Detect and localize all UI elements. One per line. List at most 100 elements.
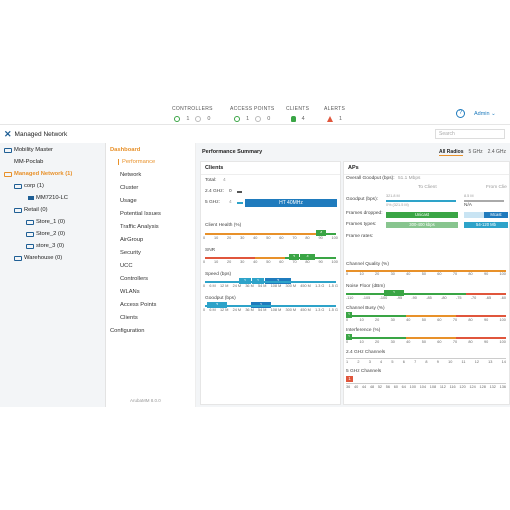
tick: 100	[499, 340, 506, 344]
nav-wlans[interactable]: WLANs	[120, 289, 140, 295]
overall-goodput-label: Overall Goodput (bps):	[346, 176, 395, 181]
tick: 90	[318, 260, 323, 264]
frames-types-label: Frames types:	[346, 222, 377, 227]
tick: 3	[368, 360, 371, 364]
tick: 52	[377, 385, 383, 389]
access-points-stat[interactable]: ACCESS POINTS 1 0	[230, 106, 274, 122]
user-menu[interactable]: Admin ⌄	[474, 111, 496, 117]
tick: -60	[500, 296, 506, 300]
tick: 50	[266, 260, 271, 264]
alert-icon	[327, 116, 334, 122]
tab-5ghz[interactable]: 5 GHz	[468, 149, 482, 156]
frames-dropped-label: Frames dropped:	[346, 211, 383, 216]
nav-security[interactable]: Security	[120, 250, 141, 256]
health-range	[205, 233, 316, 235]
tick: 90	[318, 236, 323, 240]
search-input[interactable]: Search	[435, 129, 505, 139]
nav-dashboard[interactable]: Dashboard	[110, 147, 140, 153]
frame-type-bar-2[interactable]: 54-120 Mb	[464, 222, 508, 228]
tree-node-mm-poclab[interactable]: MM-Poclab	[14, 159, 43, 165]
tick: 20	[375, 318, 380, 322]
frame-rates-label: Frame rates:	[346, 234, 374, 239]
tree-node-store-1[interactable]: Store_1 (0)	[26, 219, 65, 225]
tree-node-managed-network[interactable]: Managed Network (1)	[4, 171, 72, 177]
warning-icon	[255, 116, 262, 122]
nav-performance[interactable]: Performance	[118, 159, 155, 165]
speed-range	[205, 281, 336, 283]
tick: 20	[227, 236, 232, 240]
nav-airgroup[interactable]: AirGroup	[120, 237, 143, 243]
tree-node-label: MM-Poclab	[14, 159, 44, 165]
nav-network[interactable]: Network	[120, 172, 141, 178]
tree-node-retail[interactable]: Retail (0)	[14, 207, 48, 213]
page-title: ✕ Managed Network	[4, 130, 67, 139]
help-icon[interactable]: ?	[456, 109, 465, 118]
nav-controllers[interactable]: Controllers	[120, 276, 148, 282]
tick: -85	[426, 296, 432, 300]
channels-5-axis: 36 40 44 48 52 56 60 64 100 104 108 112 116 120 124 128…	[346, 383, 506, 389]
tick: 70	[452, 340, 458, 344]
tick: 450 M	[300, 284, 311, 288]
tree-node-corp[interactable]: corp (1)	[14, 183, 44, 189]
nav-traffic-analysis[interactable]: Traffic Analysis	[120, 224, 159, 230]
tab-all-radios[interactable]: All Radios	[439, 149, 464, 156]
nav-usage[interactable]: Usage	[120, 198, 137, 204]
tick: 30	[390, 340, 395, 344]
tree-node-label: MM7210-LC	[36, 195, 68, 201]
tick: 56	[385, 385, 390, 389]
ht40-bar[interactable]: HT 40MHz	[245, 199, 337, 207]
tick: 10	[359, 272, 364, 276]
tick: 90	[483, 318, 489, 322]
tick: 1.5 G	[328, 284, 338, 288]
nav-cluster[interactable]: Cluster	[120, 185, 138, 191]
nav-clients[interactable]: Clients	[120, 315, 138, 321]
access-points-label: ACCESS POINTS	[230, 106, 275, 112]
tick: 60	[279, 236, 284, 240]
nav-potential-issues[interactable]: Potential Issues	[120, 211, 161, 217]
folder-icon	[26, 243, 34, 249]
tick: 80	[305, 260, 310, 264]
tick: 50	[421, 318, 426, 322]
tick: 9	[436, 360, 439, 364]
tick: 108 M	[270, 308, 282, 312]
frame-type-bar-1[interactable]: 300-400 kbps	[386, 222, 458, 228]
controllers-stat[interactable]: CONTROLLERS 1 0	[172, 106, 213, 122]
tick: 11	[461, 360, 466, 364]
tick: 10	[448, 360, 453, 364]
tree-node-mm7210-lc[interactable]: MM7210-LC	[28, 195, 68, 201]
nav-ucc[interactable]: UCC	[120, 263, 133, 269]
tick: 20	[375, 340, 380, 344]
goodput-from-bar	[464, 200, 504, 202]
top-bar: CONTROLLERS 1 0 ACCESS POINTS 1 0 CLIENTS …	[0, 95, 510, 125]
ghz5-value: 4	[229, 200, 232, 205]
channel-5-bar[interactable]: 1	[346, 376, 353, 382]
tick: 1.3 G	[315, 284, 325, 288]
clients-stat[interactable]: CLIENTS 4	[286, 106, 309, 122]
tick: 0	[203, 236, 206, 240]
tick: 1.5 G	[328, 308, 338, 312]
goodput-axis: 06 M 12 M 24 M 36 M 54 M 108 M 300 M 450 M 1.3 G…	[203, 308, 338, 312]
tree-node-store-3[interactable]: store_3 (0)	[26, 243, 64, 249]
controller-icon	[28, 196, 34, 200]
ok-icon	[174, 116, 181, 122]
tick: 0	[203, 284, 206, 288]
nav-configuration[interactable]: Configuration	[110, 328, 144, 334]
tick: 70	[452, 318, 458, 322]
tick: 36	[346, 385, 351, 389]
performance-summary: Performance Summary All Radios 5 GHz 2.4…	[196, 143, 510, 407]
alerts-stat[interactable]: ALERTS 1	[324, 106, 345, 122]
ghz24-bar	[237, 191, 242, 193]
tree-node-label: Warehouse (0)	[24, 255, 63, 261]
tick: -100	[379, 296, 388, 300]
tree-node-mobility-master[interactable]: Mobility Master	[4, 147, 53, 153]
nav-access-points[interactable]: Access Points	[120, 302, 156, 308]
tree-node-store-2[interactable]: Store_2 (0)	[26, 231, 65, 237]
tree-node-warehouse[interactable]: Warehouse (0)	[14, 255, 62, 261]
tick: 80	[305, 236, 310, 240]
unicast-bar[interactable]: Unicast	[386, 212, 458, 218]
tab-24ghz[interactable]: 2.4 GHz	[488, 149, 506, 156]
mcast-bar[interactable]: Mcast	[484, 212, 508, 218]
collapse-icon[interactable]: ✕	[4, 130, 12, 139]
to-client-label: To Client	[418, 185, 437, 190]
tick: 40	[253, 260, 258, 264]
